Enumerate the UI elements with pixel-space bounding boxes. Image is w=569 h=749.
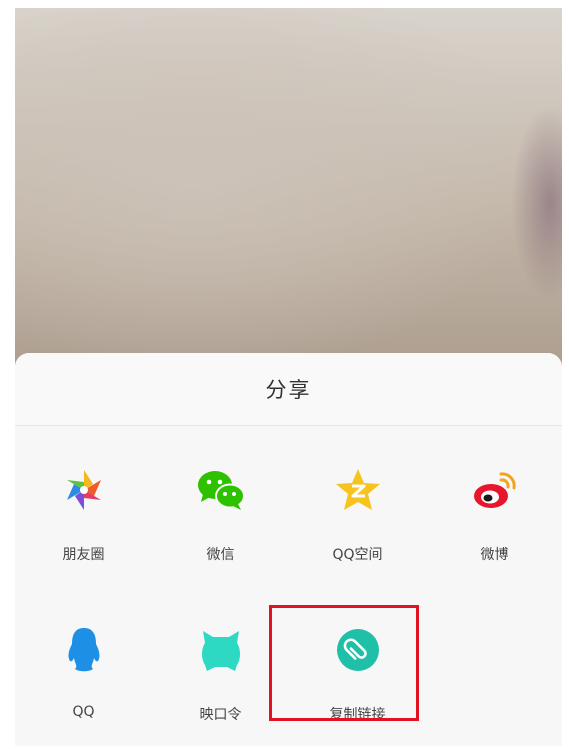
share-option-yingkou[interactable]: 映口令 (152, 586, 289, 746)
share-option-moments[interactable]: 朋友圈 (15, 426, 152, 586)
share-option-weibo[interactable]: 微博 (426, 426, 562, 586)
copy-link-icon (332, 624, 384, 676)
qq-icon (58, 624, 110, 676)
wechat-icon (195, 464, 247, 516)
share-option-label: 映口令 (199, 707, 242, 723)
share-option-label: 朋友圈 (62, 547, 105, 563)
yingkou-icon (195, 624, 247, 676)
share-options-grid: 朋友圈 微信 QQ空间 微博 QQ 映口令 复制链接 (15, 426, 562, 746)
share-option-label: 复制链接 (329, 707, 386, 723)
qzone-icon (332, 464, 384, 516)
share-option-label: QQ空间 (332, 547, 383, 563)
share-sheet-header: 分享 (15, 353, 562, 426)
share-sheet: 分享 朋友圈 微信 QQ空间 微博 QQ 映口令 复制链接 (15, 353, 562, 746)
blurred-video-background (15, 8, 562, 368)
share-option-label: 微博 (480, 547, 509, 563)
share-sheet-title: 分享 (265, 378, 312, 402)
share-option-copy-link[interactable]: 复制链接 (289, 586, 426, 746)
share-option-empty-slot (426, 586, 562, 746)
share-option-qq[interactable]: QQ (15, 586, 152, 746)
weibo-icon (469, 464, 521, 516)
share-option-label: 微信 (206, 547, 235, 563)
share-option-label: QQ (72, 704, 95, 720)
share-option-qzone[interactable]: QQ空间 (289, 426, 426, 586)
moments-icon (58, 464, 110, 516)
screen: 分享 朋友圈 微信 QQ空间 微博 QQ 映口令 复制链接 (15, 8, 562, 746)
share-option-wechat[interactable]: 微信 (152, 426, 289, 586)
